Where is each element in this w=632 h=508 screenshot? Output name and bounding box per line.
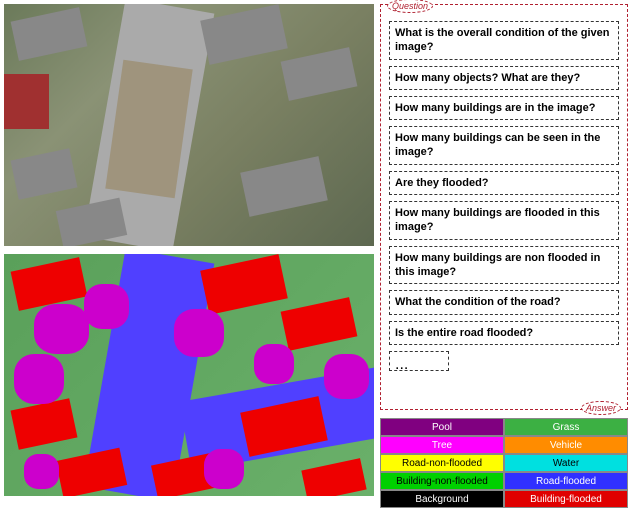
legend-road-flooded: Road-flooded [504,472,628,490]
legend-vehicle: Vehicle [504,436,628,454]
legend-tree: Tree [380,436,504,454]
legend-pool: Pool [380,418,504,436]
question-row: Is the entire road flooded? [389,321,619,345]
question-row: Are they flooded? [389,171,619,195]
question-row: How many buildings are non flooded in th… [389,246,619,285]
question-tag: Question [387,0,433,13]
aerial-image [4,4,374,246]
question-row: What is the overall condition of the giv… [389,21,619,60]
question-row: How many buildings are in the image? [389,96,619,120]
qa-panel: Question Answer What is the overall cond… [380,4,628,410]
question-row: How many objects? What are they? [389,66,619,90]
question-row: How many buildings are flooded in this i… [389,201,619,240]
legend-water: Water [504,454,628,472]
question-row: What the condition of the road? [389,290,619,314]
legend-background: Background [380,490,504,508]
answer-row: ... [389,351,449,371]
legend-building-flooded: Building-flooded [504,490,628,508]
legend-grass: Grass [504,418,628,436]
legend-road-non-flooded: Road-non-flooded [380,454,504,472]
segmentation-image [4,254,374,496]
color-legend: Pool Grass Tree Vehicle Road-non-flooded… [380,418,628,508]
answer-tag: Answer [581,401,621,415]
question-row: How many buildings can be seen in the im… [389,126,619,165]
legend-building-non-flooded: Building-non-flooded [380,472,504,490]
